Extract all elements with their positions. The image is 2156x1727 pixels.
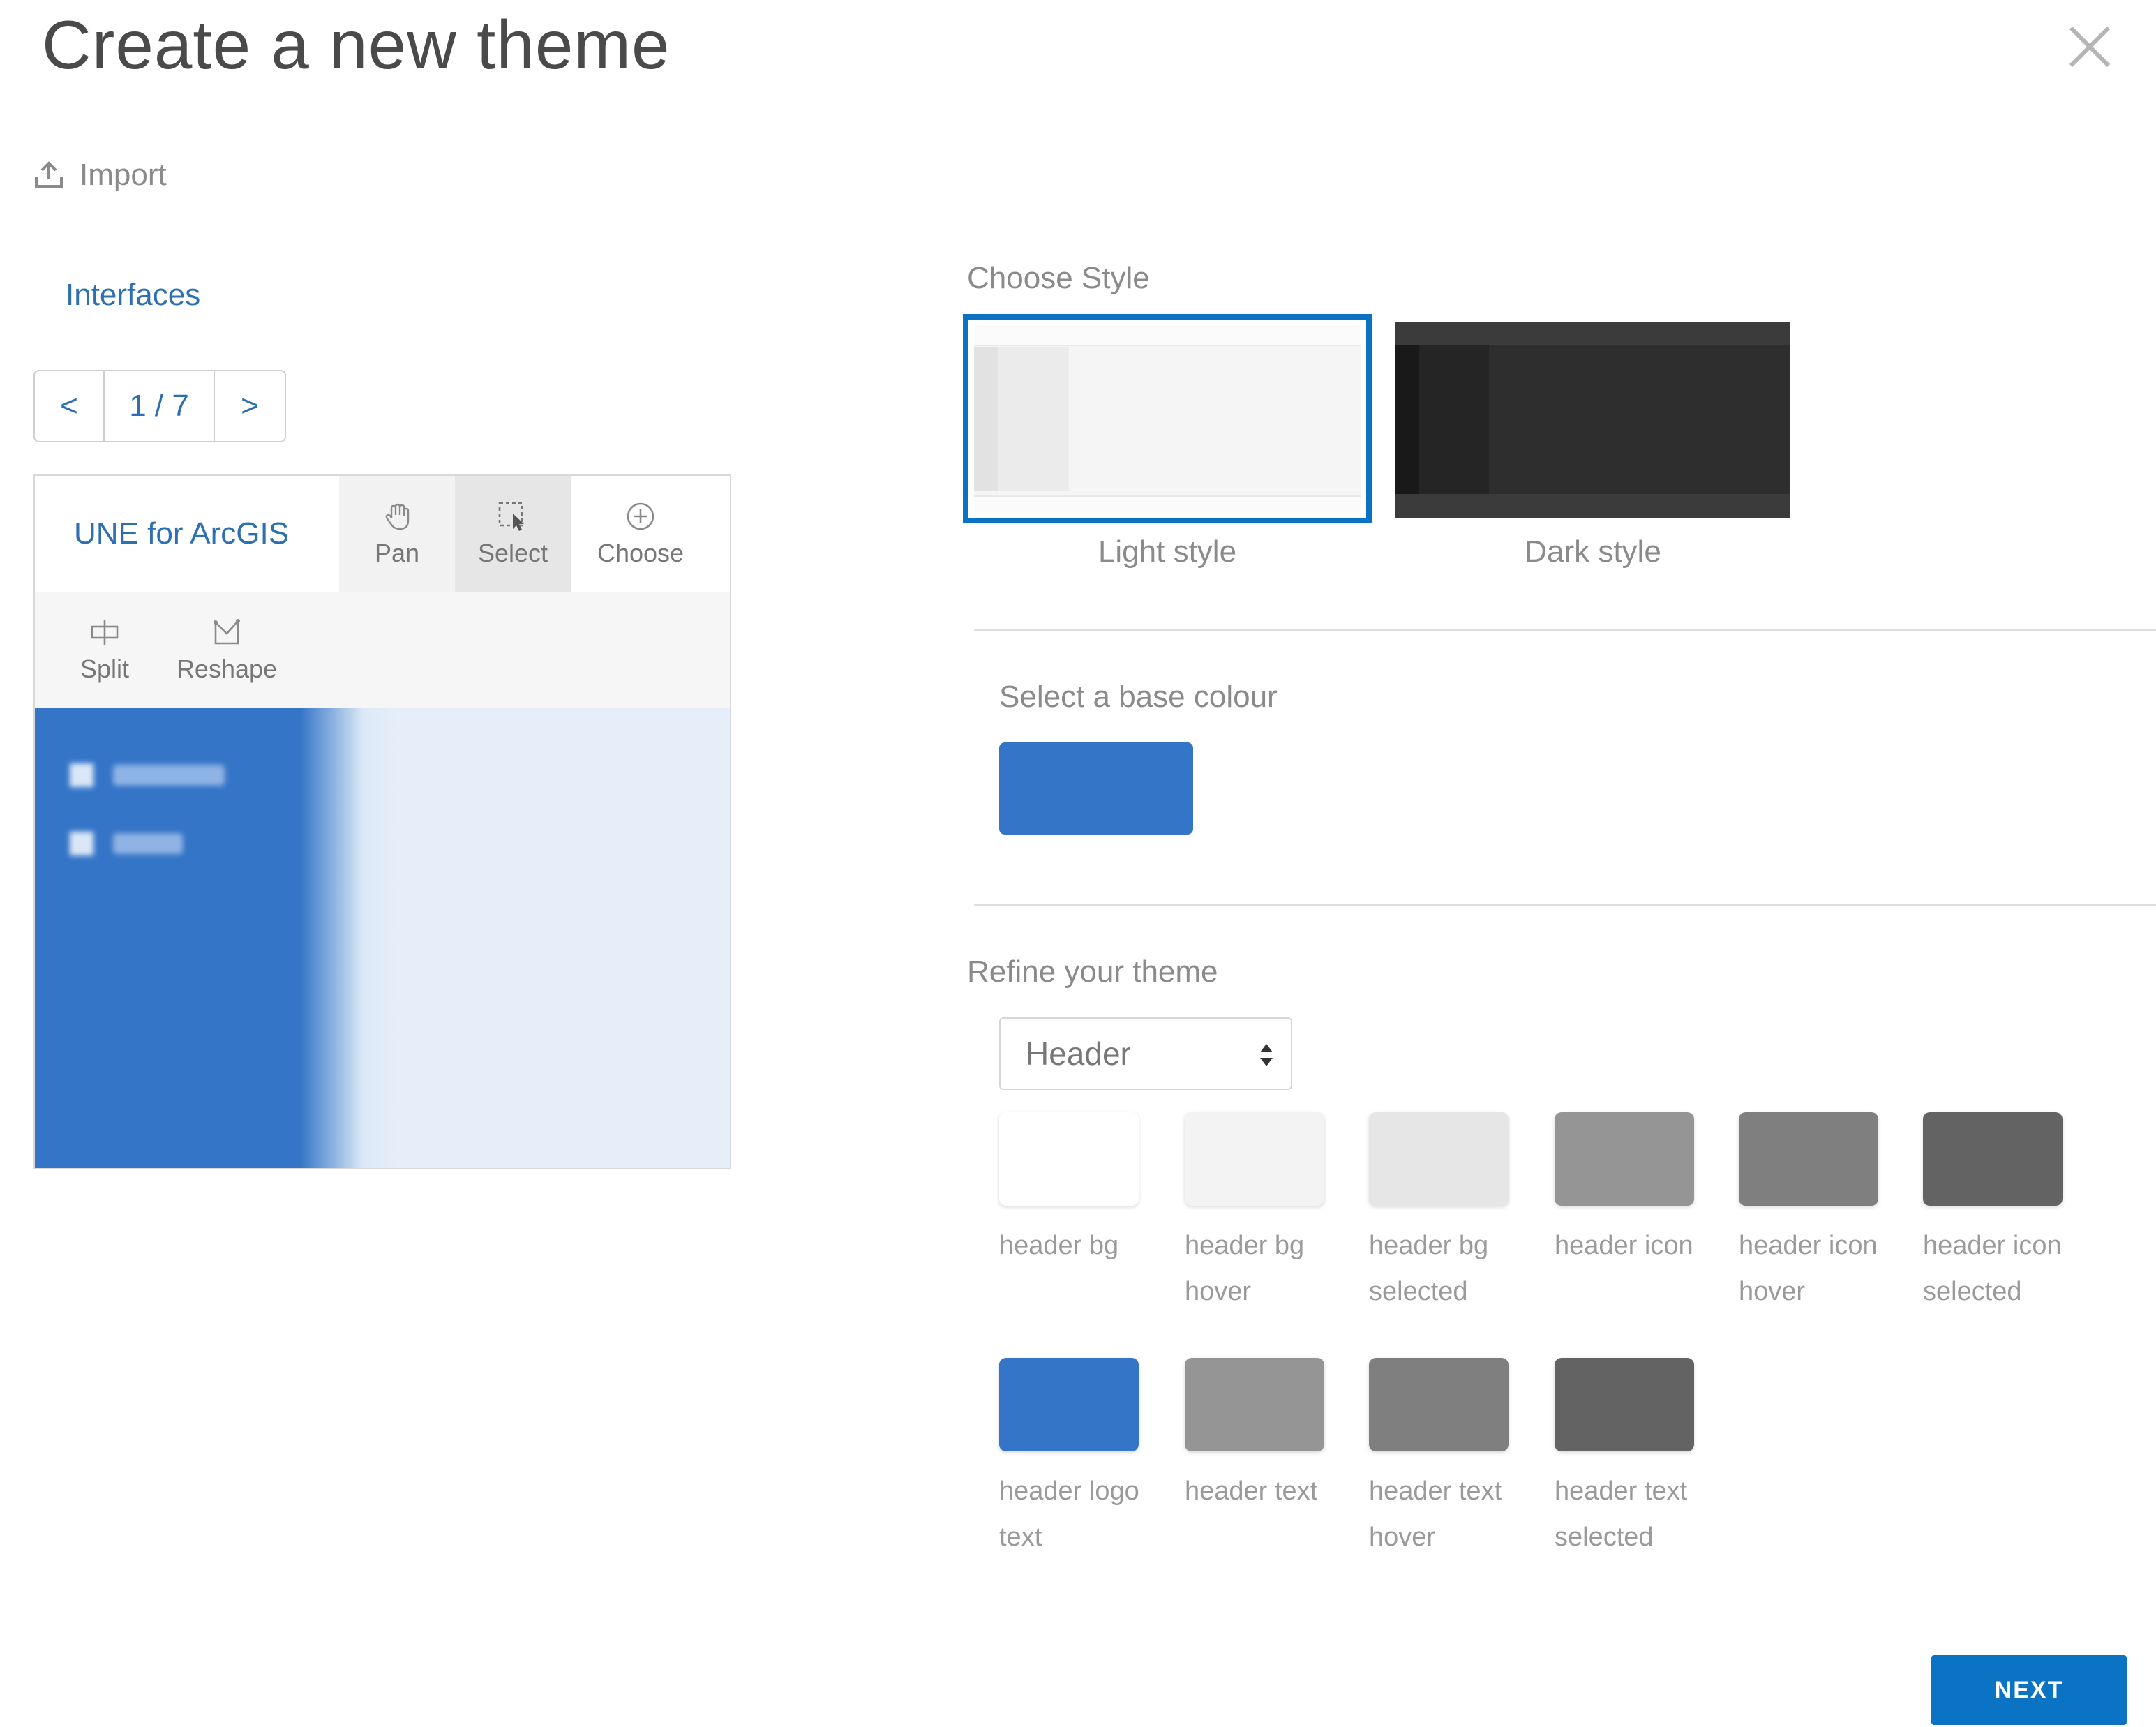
theme-section-select[interactable]: Header — [999, 1017, 1292, 1090]
section-divider — [974, 629, 2156, 631]
select-icon — [498, 502, 524, 531]
plus-circle-icon — [627, 502, 654, 530]
light-style-option[interactable] — [963, 314, 1372, 523]
colour-swatch[interactable] — [999, 1358, 1139, 1451]
swatch-label: header text hover — [1369, 1476, 1502, 1552]
tool-label: Select — [477, 539, 548, 567]
theme-swatch-item: header bg selected — [1369, 1112, 1515, 1315]
dark-style-label: Dark style — [1525, 534, 1661, 569]
swatch-label: header bg selected — [1369, 1231, 1489, 1306]
swatch-label: header icon — [1555, 1231, 1693, 1260]
swatch-label: header logo text — [999, 1476, 1139, 1552]
dark-style-thumbnail — [1395, 322, 1790, 518]
swatch-label: header bg — [999, 1231, 1119, 1260]
theme-section-value: Header — [1026, 1036, 1131, 1072]
split-icon — [91, 620, 119, 645]
colour-swatch[interactable] — [1185, 1112, 1324, 1206]
tool-label: Split — [80, 655, 130, 683]
theme-swatch-item: header bg — [999, 1112, 1146, 1269]
preview-tool-pan: Pan — [339, 476, 455, 592]
theme-swatch-item: header bg hover — [1185, 1112, 1331, 1315]
close-button[interactable] — [2064, 21, 2116, 73]
light-style-thumbnail — [974, 325, 1361, 512]
interfaces-label: Interfaces — [66, 278, 201, 312]
colour-swatch[interactable] — [1185, 1358, 1324, 1451]
theme-swatch-item: header text — [1185, 1358, 1331, 1514]
swatch-label: header icon hover — [1739, 1231, 1878, 1306]
preview-layer-row — [70, 763, 225, 787]
theme-swatch-item: header text selected — [1555, 1358, 1701, 1560]
swatch-label: header text — [1185, 1476, 1318, 1506]
refine-theme-label: Refine your theme — [967, 955, 1218, 989]
swatch-label: header bg hover — [1185, 1231, 1305, 1306]
dark-style-option[interactable] — [1395, 322, 1790, 518]
choose-style-label: Choose Style — [967, 261, 1150, 295]
select-arrows-icon — [1260, 1044, 1273, 1066]
colour-swatch[interactable] — [1369, 1112, 1509, 1206]
interface-pager: < 1 / 7 > — [33, 370, 286, 442]
pager-count: 1 / 7 — [105, 371, 215, 441]
next-button[interactable]: NEXT — [1931, 1655, 2127, 1725]
section-divider — [974, 904, 2156, 906]
import-button[interactable]: Import — [33, 152, 167, 198]
preview-header: UNE for ArcGIS Pan Select Choose — [35, 476, 730, 592]
base-colour-swatch[interactable] — [999, 742, 1193, 835]
close-icon — [2069, 26, 2111, 68]
import-label: Import — [80, 158, 167, 192]
tool-label: Reshape — [176, 655, 278, 683]
tool-label: Choose — [597, 539, 684, 567]
colour-swatch[interactable] — [1369, 1358, 1509, 1451]
tool-label: Pan — [374, 539, 420, 567]
pager-next-button[interactable]: > — [215, 371, 285, 441]
preview-toolbar: Split Reshape — [35, 592, 730, 708]
hand-icon — [385, 503, 410, 530]
colour-swatch[interactable] — [1555, 1112, 1694, 1206]
base-colour-label: Select a base colour — [999, 680, 1278, 714]
preview-app-name: UNE for ArcGIS — [74, 516, 290, 551]
preview-tool-select: Select — [455, 476, 571, 592]
preview-map-area — [35, 708, 730, 1168]
light-style-label: Light style — [1098, 534, 1237, 569]
theme-swatch-item: header text hover — [1369, 1358, 1515, 1560]
theme-swatch-item: header icon selected — [1923, 1112, 2069, 1315]
dialog-title: Create a new theme — [42, 6, 671, 83]
preview-layer-row — [70, 832, 183, 855]
reshape-icon — [214, 618, 240, 645]
colour-swatch[interactable] — [999, 1112, 1139, 1206]
colour-swatch[interactable] — [1739, 1112, 1878, 1206]
upload-icon — [35, 161, 63, 188]
interface-preview: UNE for ArcGIS Pan Select Choose Split R… — [33, 474, 731, 1169]
theme-swatch-item: header icon hover — [1739, 1112, 1885, 1315]
preview-tool-split: Split — [63, 592, 147, 708]
swatch-label: header text selected — [1555, 1476, 1688, 1552]
pager-prev-button[interactable]: < — [35, 371, 105, 441]
swatch-label: header icon selected — [1923, 1231, 2062, 1306]
preview-tool-choose: Choose — [571, 476, 710, 592]
colour-swatch[interactable] — [1555, 1358, 1694, 1451]
theme-swatch-item: header icon — [1555, 1112, 1701, 1269]
theme-swatch-item: header logo text — [999, 1358, 1146, 1560]
colour-swatch[interactable] — [1923, 1112, 2063, 1206]
preview-tool-reshape: Reshape — [167, 592, 286, 708]
